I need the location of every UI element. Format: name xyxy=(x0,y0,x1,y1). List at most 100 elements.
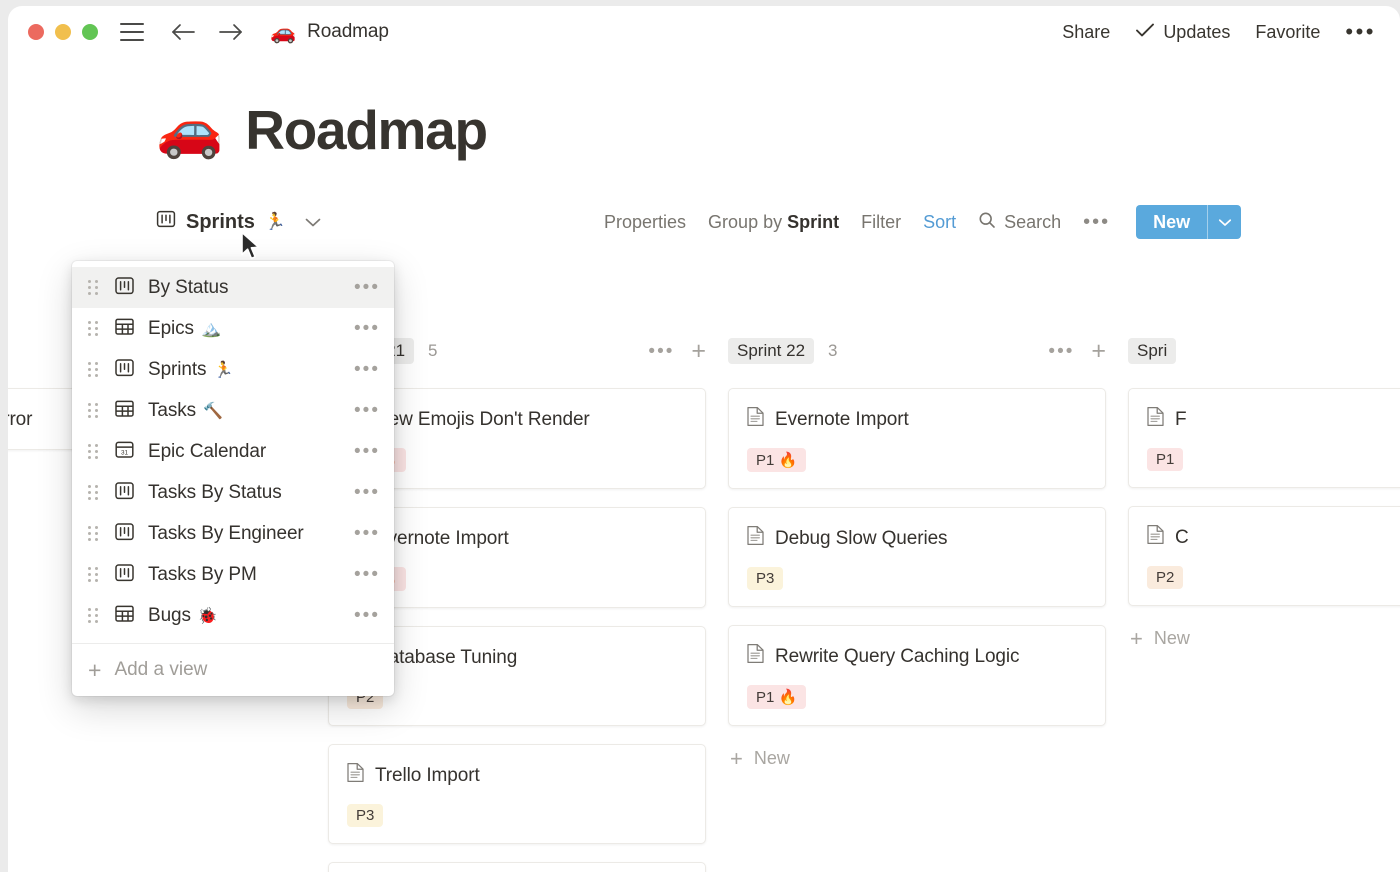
board-card[interactable]: Rewrite Query Caching Logic P1 🔥 xyxy=(728,625,1106,726)
page-title: 🚗 Roadmap xyxy=(156,98,1400,162)
column-actions: ••• + xyxy=(1048,339,1106,364)
window-title: Roadmap xyxy=(307,21,389,42)
drag-handle-icon[interactable] xyxy=(88,402,100,419)
drag-handle-icon[interactable] xyxy=(88,443,100,460)
view-menu-item-emoji: 🏃 xyxy=(213,361,234,379)
search-label: Search xyxy=(1004,211,1062,232)
view-menu-item-more-icon[interactable]: ••• xyxy=(354,442,380,461)
view-menu-item[interactable]: Tasks By Status ••• xyxy=(72,472,394,513)
page-icon-car[interactable]: 🚗 xyxy=(156,103,223,157)
card-title: Evernote Import xyxy=(747,406,1087,433)
search-button[interactable]: Search xyxy=(978,211,1061,234)
sidebar-toggle-icon[interactable] xyxy=(120,23,144,41)
view-menu-item-more-icon[interactable]: ••• xyxy=(354,319,380,338)
page-document-icon xyxy=(747,643,764,670)
view-menu-item-more-icon[interactable]: ••• xyxy=(354,401,380,420)
views-dropdown-menu: By Status ••• Epics 🏔️ ••• Sprints 🏃 ••• Tasks 🔨 •… xyxy=(72,261,394,696)
drag-handle-icon[interactable] xyxy=(88,566,100,583)
favorite-button[interactable]: Favorite xyxy=(1255,22,1320,43)
minimize-window-button[interactable] xyxy=(55,24,71,40)
column-more-icon[interactable]: ••• xyxy=(648,342,674,361)
view-menu-item[interactable]: Tasks By Engineer ••• xyxy=(72,513,394,554)
drag-handle-icon[interactable] xyxy=(88,320,100,337)
view-menu-item-more-icon[interactable]: ••• xyxy=(354,606,380,625)
forward-arrow-icon[interactable] xyxy=(218,22,244,42)
calendar-icon: 31 xyxy=(114,439,135,465)
card-tags: P2 xyxy=(347,686,687,709)
document-identifier[interactable]: 🚗 Roadmap xyxy=(270,21,389,43)
updates-button[interactable]: Updates xyxy=(1135,22,1230,43)
board-card[interactable]: Debug Slow Queries P3 xyxy=(728,507,1106,607)
view-menu-item[interactable]: By Status ••• xyxy=(72,267,394,308)
navigation-arrows xyxy=(170,22,244,42)
view-menu-item-more-icon[interactable]: ••• xyxy=(354,565,380,584)
sort-button[interactable]: Sort xyxy=(923,212,956,233)
view-selector[interactable]: Sprints 🏃 xyxy=(156,209,322,235)
view-menu-item[interactable]: Bugs 🐞 ••• xyxy=(72,595,394,636)
board-icon xyxy=(114,480,135,506)
close-window-button[interactable] xyxy=(28,24,44,40)
view-menu-item-emoji: 🔨 xyxy=(203,402,223,420)
toolbar-more-icon[interactable]: ••• xyxy=(1083,212,1110,232)
svg-text:31: 31 xyxy=(121,449,129,456)
card-title-text: Debug Slow Queries xyxy=(775,527,948,549)
view-menu-item-more-icon[interactable]: ••• xyxy=(354,278,380,297)
window-controls xyxy=(28,24,98,40)
properties-button[interactable]: Properties xyxy=(604,212,686,233)
more-options-icon[interactable]: ••• xyxy=(1345,21,1376,43)
board-card[interactable]: Evernote Import P1 🔥 xyxy=(728,388,1106,489)
card-title: Trello Import xyxy=(347,762,687,789)
board-card[interactable]: Trello Import P3 xyxy=(328,744,706,844)
board-card[interactable]: Excel Imports >20Mb FailP1 🔥 xyxy=(328,862,706,872)
board-card[interactable]: F P1 xyxy=(1128,388,1400,488)
drag-handle-icon[interactable] xyxy=(88,484,100,501)
view-menu-item-label: Tasks xyxy=(148,399,197,421)
column-more-icon[interactable]: ••• xyxy=(1048,342,1074,361)
table-icon xyxy=(114,316,135,342)
view-menu-item-more-icon[interactable]: ••• xyxy=(354,360,380,379)
board-card[interactable]: C P2 xyxy=(1128,506,1400,606)
chevron-down-icon[interactable] xyxy=(304,211,322,234)
new-button-chevron-icon[interactable] xyxy=(1207,205,1241,239)
card-title-text: F xyxy=(1175,408,1187,430)
view-menu-item[interactable]: Epics 🏔️ ••• xyxy=(72,308,394,349)
drag-handle-icon[interactable] xyxy=(88,607,100,624)
card-tags: P1 🔥 xyxy=(347,567,687,591)
drag-handle-icon[interactable] xyxy=(88,525,100,542)
view-menu-item[interactable]: Tasks 🔨 ••• xyxy=(72,390,394,431)
add-card-label: New xyxy=(753,748,790,768)
card-title: Database Tuning xyxy=(347,644,687,671)
group-by-button[interactable]: Group by Sprint xyxy=(708,212,839,233)
column-add-icon[interactable]: + xyxy=(691,339,706,364)
column-count: 3 xyxy=(828,341,838,360)
share-button[interactable]: Share xyxy=(1062,22,1110,43)
view-menu-item-label: Epics xyxy=(148,317,194,339)
back-arrow-icon[interactable] xyxy=(170,22,196,42)
add-card-button[interactable]: + New xyxy=(728,744,1106,773)
view-menu-item[interactable]: 31 Epic Calendar ••• xyxy=(72,431,394,472)
title-bar: 🚗 Roadmap Share Updates Favorite ••• xyxy=(8,6,1400,58)
page-document-icon xyxy=(747,406,764,433)
new-button[interactable]: New xyxy=(1136,205,1242,239)
table-icon xyxy=(114,603,135,629)
priority-tag: P1 🔥 xyxy=(747,685,807,709)
view-menu-item-more-icon[interactable]: ••• xyxy=(354,483,380,502)
view-menu-item[interactable]: Sprints 🏃 ••• xyxy=(72,349,394,390)
view-menu-item-label: Tasks By PM xyxy=(148,563,257,585)
app-window: 🚗 Roadmap Share Updates Favorite ••• 🚗 R… xyxy=(8,6,1400,872)
drag-handle-icon[interactable] xyxy=(88,361,100,378)
column-add-icon[interactable]: + xyxy=(1091,339,1106,364)
column-name[interactable]: Sprint 22 xyxy=(728,338,815,364)
view-menu-item-label: Tasks By Status xyxy=(148,481,282,503)
filter-button[interactable]: Filter xyxy=(861,212,901,233)
drag-handle-icon[interactable] xyxy=(88,279,100,296)
column-name[interactable]: Spri xyxy=(1128,338,1177,364)
view-toolbar: Properties Group by Sprint Filter Sort S… xyxy=(604,205,1242,239)
view-menu-item[interactable]: Tasks By PM ••• xyxy=(72,554,394,595)
add-view-button[interactable]: + Add a view xyxy=(72,644,394,696)
maximize-window-button[interactable] xyxy=(82,24,98,40)
group-by-value: Sprint xyxy=(787,211,840,232)
card-tags: P3 xyxy=(747,567,1087,590)
view-menu-item-more-icon[interactable]: ••• xyxy=(354,524,380,543)
add-card-button[interactable]: + New xyxy=(1128,624,1400,653)
